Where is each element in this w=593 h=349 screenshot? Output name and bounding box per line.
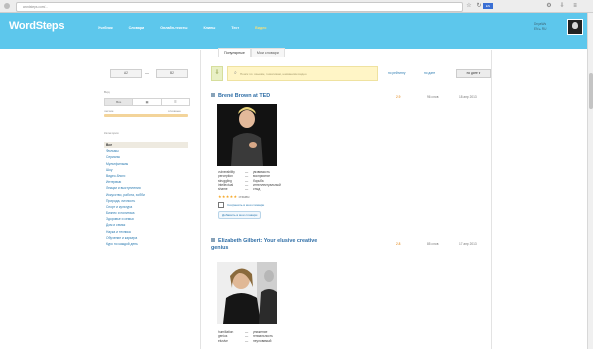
nav-item[interactable]: Словари (129, 26, 145, 30)
thumbnail-image (217, 104, 277, 166)
download-icon[interactable]: ⇩ (558, 2, 566, 10)
video-level: 2.8 (396, 242, 401, 246)
user-info[interactable]: DnyaWs EN ▸ RU (534, 22, 564, 32)
vocab-word: elusive (218, 338, 228, 343)
search-icon: ⌕ (234, 70, 237, 76)
tab-my-dictionaries[interactable]: Мои словари (250, 48, 285, 57)
rating-stars[interactable]: ★★★★★ (218, 194, 237, 199)
video-title-text: Brené Brown at TED (218, 93, 271, 99)
video-word-count: 96 слов (427, 95, 439, 99)
video-level: 2.9 (396, 95, 401, 99)
category-list: Все Фильмы Сериалы Мультфильмы Шоу Видео-блог… (104, 142, 188, 247)
level-to-select[interactable]: B2 (156, 69, 188, 78)
vocab-dash: — (245, 338, 249, 343)
vocab-word: shame (218, 187, 228, 192)
video-icon (211, 93, 215, 97)
level-dash: — (145, 70, 149, 75)
column-divider (491, 50, 492, 349)
view-grid[interactable]: ▦ (133, 99, 162, 105)
video-thumbnail[interactable] (217, 262, 277, 324)
sort-dropdown[interactable]: по дате ▾ (456, 69, 491, 78)
star-icon[interactable]: ☆ (465, 2, 473, 10)
rating-count: отзывы (238, 195, 250, 199)
nav-item[interactable]: Учебник (98, 26, 113, 30)
sort-popularity-link[interactable]: по рейтингу (388, 71, 405, 75)
sort-date-link[interactable]: по дате (424, 71, 435, 75)
vocab-list: humiliation — унижение genius — гениальность e… (218, 330, 308, 343)
vocab-dash: — (245, 187, 249, 192)
filter-button[interactable]: ⇩ (211, 66, 223, 81)
search-input[interactable]: ⌕ Поиск по: языкам, тематикам, названиям… (227, 66, 378, 81)
vocab-translation: стыд (253, 187, 261, 192)
range-max-label: сложные (168, 109, 181, 113)
address-bar[interactable]: wordsteps.com/... (16, 2, 463, 12)
menu-icon[interactable]: ≡ (571, 2, 579, 10)
save-row[interactable]: Сохранить в мои словари (218, 202, 264, 208)
user-language: EN ▸ RU (534, 27, 547, 31)
scroll-thumb[interactable] (589, 73, 593, 109)
tab-popular[interactable]: Популярные (218, 48, 251, 57)
nav-item-active[interactable]: Видео (255, 26, 266, 30)
video-word-count: 85 слов (427, 242, 439, 246)
view-list[interactable]: ☰ (162, 99, 189, 105)
video-date: 17 апр 2013 (459, 242, 477, 246)
search-placeholder: Поиск по: языкам, тематикам, названиям в… (240, 72, 307, 76)
video-title[interactable]: Brené Brown at TED (211, 93, 270, 99)
video-title-text: Elizabeth Gilbert: Your elusive creative… (211, 238, 318, 251)
video-icon (211, 238, 215, 242)
site-header (0, 13, 593, 49)
level-from-select[interactable]: A2 (110, 69, 142, 78)
scrollbar[interactable] (587, 13, 593, 349)
vocab-row[interactable]: elusive — неуловимый (218, 339, 308, 343)
avatar[interactable] (567, 19, 583, 35)
category-item[interactable]: Курс по каждой день (104, 241, 188, 247)
difficulty-slider[interactable] (104, 114, 188, 117)
main-nav: Учебник Словари Онлайн-тексты Клипы Тест… (98, 26, 266, 30)
nav-item[interactable]: Тест (231, 26, 239, 30)
rating: ★★★★★ отзывы (218, 194, 249, 199)
categories-label: Категории (104, 131, 119, 135)
vocab-translation: неуловимый (253, 338, 272, 343)
column-divider (200, 50, 201, 349)
save-link: Сохранить в мои словари (227, 203, 265, 208)
view-label: Вид (104, 90, 110, 94)
range-min-label: легкие (104, 109, 114, 113)
add-to-dictionary-button[interactable]: Добавить в мои словари (218, 211, 262, 219)
view-switcher: Все ▦ ☰ (104, 98, 190, 106)
view-all[interactable]: Все (105, 99, 134, 105)
refresh-icon[interactable]: ↻ (475, 2, 483, 10)
video-title[interactable]: Elizabeth Gilbert: Your elusive creative… (211, 238, 329, 251)
settings-icon[interactable]: ⚙ (545, 2, 553, 10)
site-logo[interactable]: WordSteps (9, 20, 64, 32)
thumbnail-image (217, 262, 277, 324)
video-thumbnail[interactable] (217, 104, 277, 166)
nav-item[interactable]: Клипы (203, 26, 215, 30)
vocab-row[interactable]: shame — стыд (218, 187, 308, 191)
nav-item[interactable]: Онлайн-тексты (160, 26, 187, 30)
vocab-list: vulnerability — уязвимость perception — воспр… (218, 170, 308, 191)
address-text: wordsteps.com/... (23, 5, 48, 9)
extension-badge[interactable]: EN (483, 3, 493, 9)
back-icon[interactable] (4, 3, 10, 9)
video-date: 18 апр 2013 (459, 95, 477, 99)
checkbox-icon (218, 202, 224, 208)
content-tabs: Популярные Мои словари (218, 48, 285, 57)
